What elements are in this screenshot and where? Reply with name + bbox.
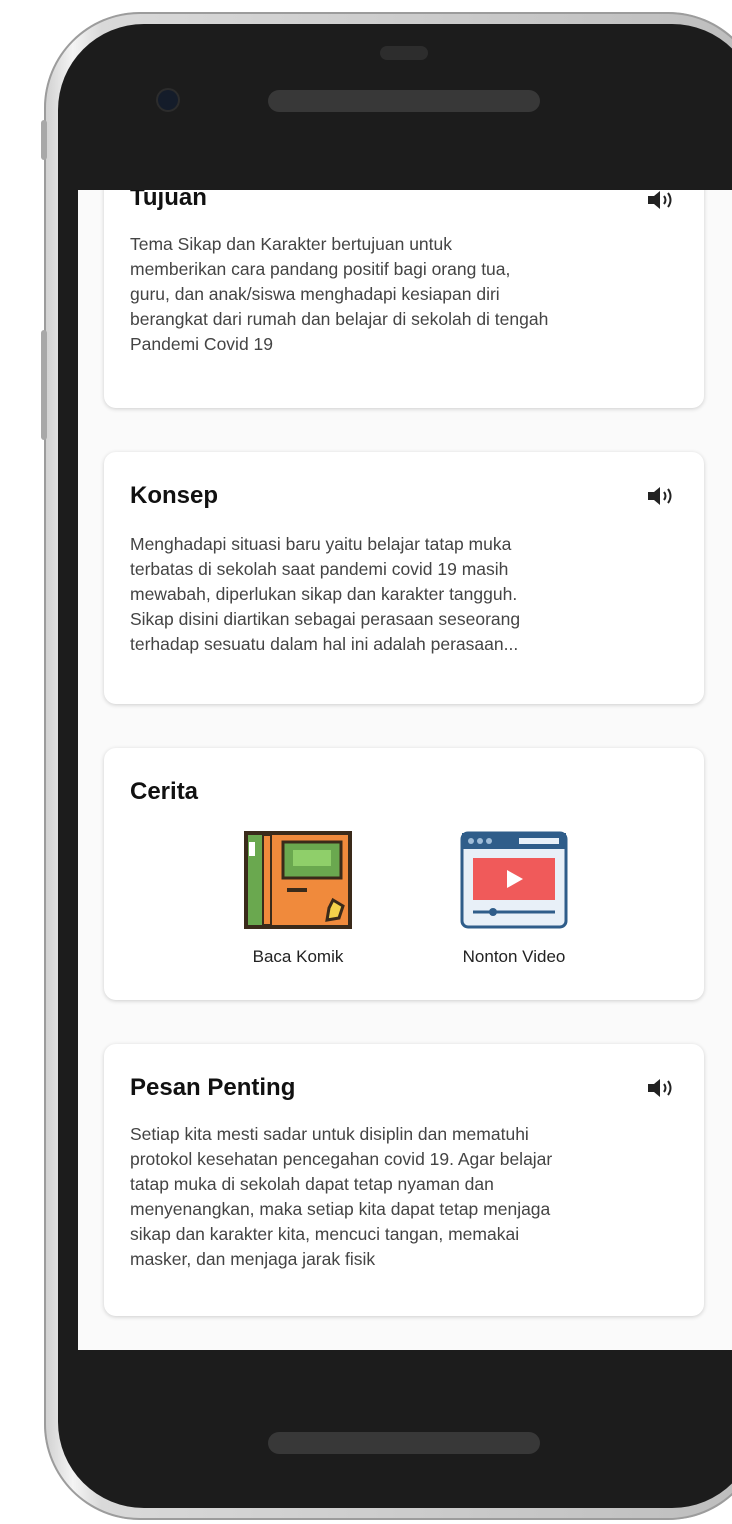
pesan-penting-card: Pesan Penting Setiap kita mesti sadar un… <box>104 1044 704 1316</box>
front-camera-icon <box>158 90 178 110</box>
nonton-video-button[interactable]: Nonton Video <box>434 830 594 967</box>
nonton-video-label: Nonton Video <box>462 947 566 966</box>
earpiece-speaker <box>268 90 540 112</box>
speaker-icon[interactable] <box>646 190 676 212</box>
video-player-icon <box>460 831 568 929</box>
comic-book-icon <box>244 831 352 929</box>
app-screen: Tujuan Tema Sikap dan Karakter bertujuan… <box>78 190 732 1350</box>
phone-side-button <box>41 120 47 160</box>
konsep-body: Menghadapi situasi baru yaitu belajar ta… <box>130 534 521 654</box>
bottom-speaker-bar <box>268 1432 540 1454</box>
pesan-penting-body: Setiap kita mesti sadar untuk disiplin d… <box>130 1124 553 1269</box>
top-sensor <box>380 46 428 60</box>
pesan-penting-title: Pesan Penting <box>130 1074 296 1101</box>
cerita-title: Cerita <box>130 778 199 805</box>
tujuan-body: Tema Sikap dan Karakter bertujuan untuk … <box>130 234 549 354</box>
speaker-icon[interactable] <box>646 1076 676 1100</box>
baca-komik-button[interactable]: Baca Komik <box>218 830 378 967</box>
tujuan-title: Tujuan <box>130 190 207 211</box>
tujuan-card: Tujuan Tema Sikap dan Karakter bertujuan… <box>104 190 704 408</box>
page: Tujuan Tema Sikap dan Karakter bertujuan… <box>0 0 732 1524</box>
konsep-title: Konsep <box>130 482 219 509</box>
phone-volume-button <box>41 330 47 440</box>
konsep-card: Konsep Menghadapi situasi baru yaitu bel… <box>104 452 704 704</box>
cerita-card: Cerita Baca Komik Nonton Video <box>104 748 704 1000</box>
baca-komik-label: Baca Komik <box>252 947 344 966</box>
speaker-icon[interactable] <box>646 484 676 508</box>
